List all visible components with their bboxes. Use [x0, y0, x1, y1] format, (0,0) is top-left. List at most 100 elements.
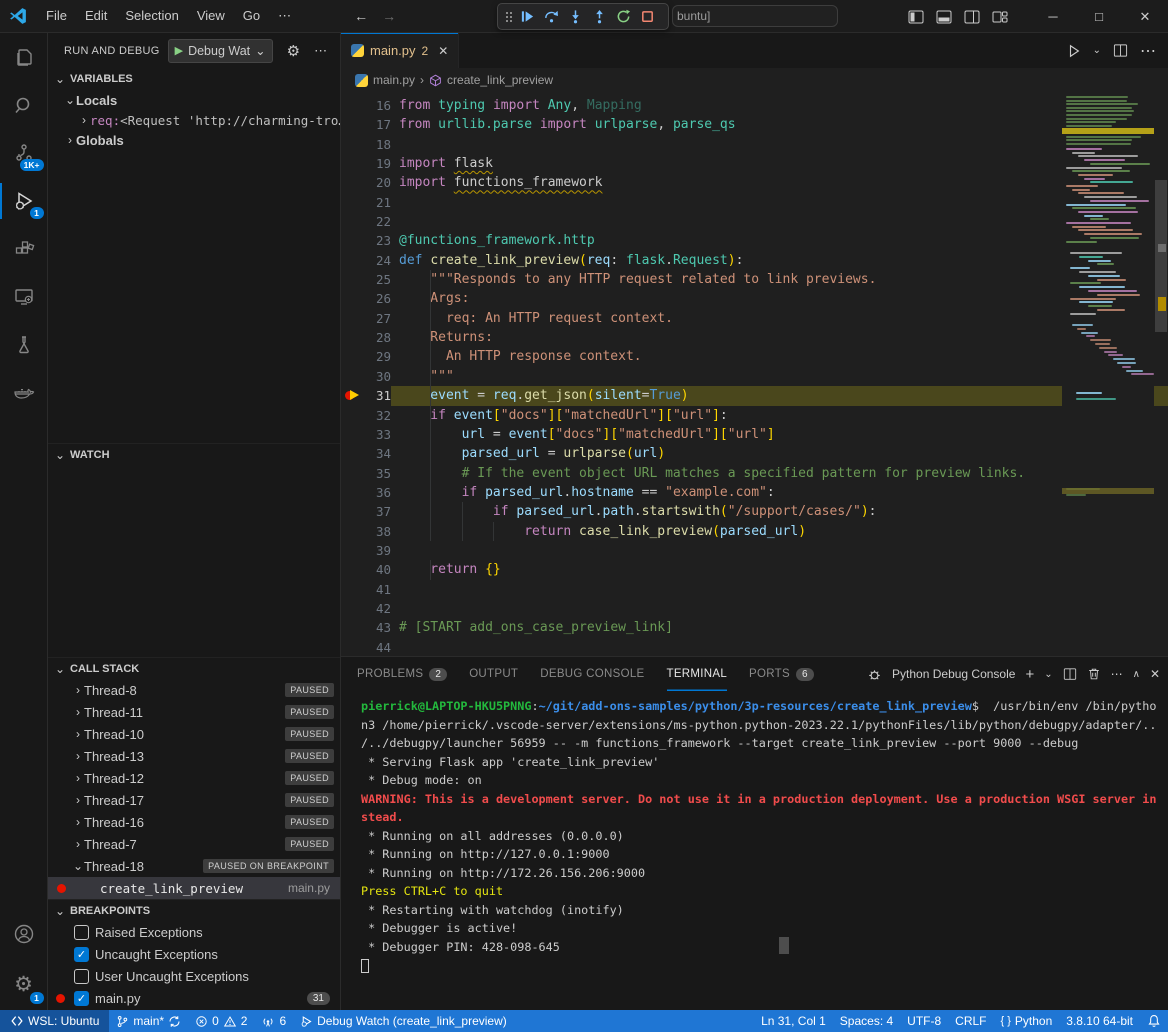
- call-stack-thread-row[interactable]: ›Thread-12PAUSED: [48, 767, 340, 789]
- close-panel-icon[interactable]: ✕: [1150, 667, 1160, 681]
- problems-indicator[interactable]: 0 2: [188, 1010, 254, 1032]
- toggle-panel-icon[interactable]: [936, 9, 952, 25]
- explorer-icon[interactable]: [0, 33, 48, 81]
- code-text[interactable]: from typing import Any, Mapping: [391, 96, 1168, 115]
- split-editor-icon[interactable]: [1113, 43, 1128, 58]
- maximize-button[interactable]: □: [1076, 0, 1122, 33]
- remote-indicator[interactable]: WSL: Ubuntu: [0, 1010, 109, 1032]
- call-stack-thread-row[interactable]: ›Thread-11PAUSED: [48, 701, 340, 723]
- code-text[interactable]: [391, 638, 1168, 656]
- breakpoint-checkbox[interactable]: [74, 925, 89, 940]
- breakpoint-gutter[interactable]: [341, 251, 361, 270]
- call-stack-thread-row[interactable]: ›Thread-13PAUSED: [48, 745, 340, 767]
- panel-tab-terminal[interactable]: TERMINAL: [667, 657, 728, 691]
- code-text[interactable]: if parsed_url.hostname == "example.com":: [391, 483, 1168, 502]
- breakpoint-gutter[interactable]: [341, 96, 361, 115]
- debug-step-out-button[interactable]: [589, 7, 609, 27]
- breakpoint-gutter[interactable]: [341, 406, 361, 425]
- run-python-file-button[interactable]: [1067, 44, 1081, 58]
- source-control-icon[interactable]: 1K+: [0, 129, 48, 177]
- new-terminal-icon[interactable]: +: [1025, 666, 1034, 683]
- breadcrumb-symbol[interactable]: create_link_preview: [447, 73, 553, 87]
- code-text[interactable]: Returns:: [391, 328, 1168, 347]
- search-icon[interactable]: [0, 81, 48, 129]
- terminal-output[interactable]: pierrick@LAPTOP-HKU5PNNG:~/git/add-ons-s…: [341, 691, 1168, 1010]
- split-terminal-icon[interactable]: [1063, 667, 1077, 681]
- breakpoint-gutter[interactable]: [341, 425, 361, 444]
- encoding-setting[interactable]: UTF-8: [900, 1010, 948, 1032]
- breakpoint-gutter[interactable]: [341, 541, 361, 560]
- docker-icon[interactable]: [0, 369, 48, 417]
- menu-item-more[interactable]: ⋯: [269, 8, 300, 23]
- globals-scope-row[interactable]: › Globals: [48, 130, 340, 150]
- code-text[interactable]: event = req.get_json(silent=True): [391, 386, 1168, 405]
- code-text[interactable]: if event["docs"]["matchedUrl"]["url"]:: [391, 406, 1168, 425]
- sidebar-more-icon[interactable]: ⋯: [314, 43, 327, 59]
- branch-indicator[interactable]: main*: [109, 1010, 188, 1032]
- language-mode[interactable]: { } Python: [994, 1010, 1060, 1032]
- debug-step-into-button[interactable]: [565, 7, 585, 27]
- maximize-panel-icon[interactable]: ∧: [1133, 669, 1140, 680]
- minimap[interactable]: [1062, 92, 1154, 656]
- close-button[interactable]: ✕: [1122, 0, 1168, 33]
- debug-step-over-button[interactable]: [541, 7, 561, 27]
- breakpoint-gutter[interactable]: [341, 444, 361, 463]
- code-text[interactable]: """Responds to any HTTP request related …: [391, 270, 1168, 289]
- breakpoint-gutter[interactable]: [341, 231, 361, 250]
- variable-req-row[interactable]: › req: <Request 'http://charming-tro…: [48, 110, 340, 130]
- code-text[interactable]: [391, 541, 1168, 560]
- breakpoint-gutter[interactable]: [341, 522, 361, 541]
- menu-item-go[interactable]: Go: [234, 8, 269, 23]
- breakpoint-gutter[interactable]: [341, 386, 361, 405]
- breakpoints-section-header[interactable]: ⌄ BREAKPOINTS: [48, 899, 340, 921]
- terminal-scrollbar-thumb[interactable]: [779, 937, 789, 954]
- breakpoint-gutter[interactable]: [341, 367, 361, 386]
- code-text[interactable]: req: An HTTP request context.: [391, 309, 1168, 328]
- code-text[interactable]: return {}: [391, 560, 1168, 579]
- toggle-sidebar-icon[interactable]: [908, 9, 924, 25]
- panel-tab-output[interactable]: OUTPUT: [469, 657, 518, 691]
- stack-frame-row-selected[interactable]: create_link_previewmain.py: [48, 877, 340, 899]
- code-text[interactable]: url = event["docs"]["matchedUrl"]["url"]: [391, 425, 1168, 444]
- breakpoint-gutter[interactable]: [341, 464, 361, 483]
- breakpoint-gutter[interactable]: [341, 212, 361, 231]
- panel-tab-problems[interactable]: PROBLEMS2: [357, 657, 447, 691]
- menu-item-edit[interactable]: Edit: [76, 8, 116, 23]
- locals-scope-row[interactable]: ⌄ Locals: [48, 90, 340, 110]
- code-text[interactable]: if parsed_url.path.startswith("/support/…: [391, 502, 1168, 521]
- code-text[interactable]: [391, 135, 1168, 154]
- cursor-position[interactable]: Ln 31, Col 1: [754, 1010, 833, 1032]
- breakpoint-gutter[interactable]: [341, 328, 361, 347]
- editor-more-icon[interactable]: ⋯: [1140, 41, 1156, 61]
- breakpoint-gutter[interactable]: [341, 270, 361, 289]
- breakpoint-row[interactable]: User Uncaught Exceptions: [48, 965, 340, 987]
- panel-tab-ports[interactable]: PORTS6: [749, 657, 814, 691]
- run-and-debug-icon[interactable]: 1: [0, 177, 48, 225]
- code-text[interactable]: [391, 193, 1168, 212]
- run-dropdown-icon[interactable]: ⌄: [1093, 45, 1101, 56]
- code-text[interactable]: return case_link_preview(parsed_url): [391, 522, 1168, 541]
- debug-continue-button[interactable]: [517, 7, 537, 27]
- breakpoint-gutter[interactable]: [341, 599, 361, 618]
- menu-item-selection[interactable]: Selection: [116, 8, 187, 23]
- breakpoint-gutter[interactable]: [341, 115, 361, 134]
- tab-main-py[interactable]: main.py 2 ✕: [341, 33, 459, 68]
- breakpoint-gutter[interactable]: [341, 289, 361, 308]
- minimize-button[interactable]: ─: [1030, 0, 1076, 33]
- breakpoint-row[interactable]: Raised Exceptions: [48, 921, 340, 943]
- watch-section-header[interactable]: ⌄ WATCH: [48, 443, 340, 465]
- breakpoint-row[interactable]: ✓Uncaught Exceptions: [48, 943, 340, 965]
- code-text[interactable]: import functions_framework: [391, 173, 1168, 192]
- breakpoint-gutter[interactable]: [341, 193, 361, 212]
- eol-setting[interactable]: CRLF: [948, 1010, 993, 1032]
- testing-beaker-icon[interactable]: [0, 321, 48, 369]
- breakpoint-row[interactable]: ✓main.py31: [48, 987, 340, 1009]
- extensions-icon[interactable]: [0, 225, 48, 273]
- indentation-setting[interactable]: Spaces: 4: [833, 1010, 900, 1032]
- breakpoint-gutter[interactable]: [341, 560, 361, 579]
- debug-config-dropdown[interactable]: ▶ Debug Wat ⌄: [168, 39, 273, 63]
- code-text[interactable]: from urllib.parse import urlparse, parse…: [391, 115, 1168, 134]
- breakpoint-checkbox[interactable]: ✓: [74, 947, 89, 962]
- code-text[interactable]: """: [391, 367, 1168, 386]
- call-stack-thread-row[interactable]: ›Thread-17PAUSED: [48, 789, 340, 811]
